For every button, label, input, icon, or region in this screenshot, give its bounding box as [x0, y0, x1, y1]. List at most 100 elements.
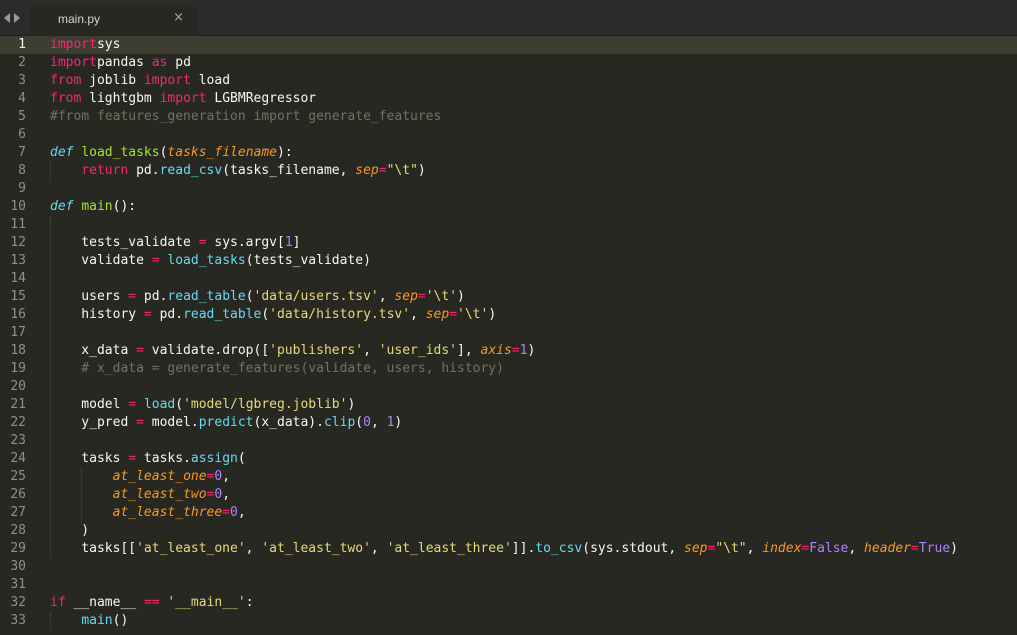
- code-token: model.: [143, 415, 199, 430]
- code-line[interactable]: 31: [0, 576, 1017, 594]
- chevron-right-icon[interactable]: [14, 13, 20, 23]
- code-token: pd.: [151, 307, 184, 322]
- code-token: ): [50, 523, 90, 538]
- code-token: users: [50, 289, 129, 304]
- code-lines: 1 importsys 2 importpandas as pd 3 from jobli…: [0, 36, 1017, 630]
- tab-navigation: [4, 10, 20, 26]
- code-token: True: [918, 541, 951, 556]
- code-token: 'user_ids': [378, 343, 458, 358]
- code-line[interactable]: 12 tests_validate = sys.argv[1]: [0, 234, 1017, 252]
- code-token: joblib: [81, 73, 144, 88]
- code-token: ): [527, 343, 536, 358]
- code-line[interactable]: 16 history = pd.read_table('data/history…: [0, 306, 1017, 324]
- close-icon[interactable]: ×: [173, 10, 184, 25]
- code-line[interactable]: 6: [0, 126, 1017, 144]
- code-line[interactable]: 10 def main():: [0, 198, 1017, 216]
- line-code: at_least_two=0,: [50, 486, 230, 504]
- code-line[interactable]: 18 x_data = validate.drop(['publishers',…: [0, 342, 1017, 360]
- code-line[interactable]: 28 ): [0, 522, 1017, 540]
- code-line[interactable]: 29 tasks[['at_least_one', 'at_least_two'…: [0, 540, 1017, 558]
- line-number: 30: [10, 559, 26, 574]
- code-token: #from features_generation import generat…: [50, 109, 442, 124]
- code-token: =: [222, 505, 231, 520]
- code-token: sep: [355, 163, 379, 178]
- code-line[interactable]: 7 def load_tasks(tasks_filename):: [0, 144, 1017, 162]
- code-line[interactable]: 21 model = load('model/lgbreg.joblib'): [0, 396, 1017, 414]
- code-line[interactable]: 32 if __name__ == '__main__':: [0, 594, 1017, 612]
- code-token: 0: [230, 505, 238, 520]
- code-token: sep: [684, 541, 708, 556]
- code-token: ,: [848, 541, 865, 556]
- code-token: =: [449, 307, 458, 322]
- line-number: 32: [10, 595, 26, 610]
- code-line[interactable]: 1 importsys: [0, 36, 1017, 54]
- line-code: y_pred = model.predict(x_data).clip(0, 1…: [50, 414, 402, 432]
- code-token: =: [136, 415, 144, 430]
- code-line[interactable]: 23: [0, 432, 1017, 450]
- code-line[interactable]: 13 validate = load_tasks(tests_validate): [0, 252, 1017, 270]
- indent-guide: [50, 162, 51, 180]
- code-token: pd.: [128, 163, 160, 178]
- line-number: 6: [18, 127, 26, 142]
- code-line[interactable]: 19 # x_data = generate_features(validate…: [0, 360, 1017, 378]
- code-token: sep: [425, 307, 450, 322]
- code-line[interactable]: 22 y_pred = model.predict(x_data).clip(0…: [0, 414, 1017, 432]
- code-token: (: [175, 397, 184, 412]
- code-line[interactable]: 26 at_least_two=0,: [0, 486, 1017, 504]
- chevron-left-icon[interactable]: [4, 13, 10, 23]
- code-line[interactable]: 30: [0, 558, 1017, 576]
- code-token: tests_validate: [50, 235, 199, 250]
- code-token: read_table: [183, 307, 262, 322]
- line-number: 17: [10, 325, 26, 340]
- code-token: tasks_filename: [167, 145, 277, 160]
- code-token: from: [50, 91, 82, 106]
- code-token: ],: [457, 343, 481, 358]
- line-number: 7: [18, 145, 26, 160]
- code-line[interactable]: 15 users = pd.read_table('data/users.tsv…: [0, 288, 1017, 306]
- code-line[interactable]: 2 importpandas as pd: [0, 54, 1017, 72]
- code-token: ,: [370, 541, 387, 556]
- line-number: 28: [10, 523, 26, 538]
- code-token: ,: [410, 307, 426, 322]
- code-token: as: [151, 55, 168, 70]
- code-token: load: [143, 397, 176, 412]
- indent-guide: [50, 216, 51, 558]
- code-token: (: [261, 307, 270, 322]
- code-token: ,: [363, 343, 379, 358]
- tab-main-py[interactable]: main.py ×: [30, 5, 198, 36]
- code-token: =: [378, 163, 387, 178]
- code-token: sep: [394, 289, 418, 304]
- code-line[interactable]: 5 #from features_generation import genera…: [0, 108, 1017, 126]
- code-line[interactable]: 8 return pd.read_csv(tasks_filename, sep…: [0, 162, 1017, 180]
- code-token: =: [151, 253, 160, 268]
- code-line[interactable]: 27 at_least_three=0,: [0, 504, 1017, 522]
- code-line[interactable]: 25 at_least_one=0,: [0, 468, 1017, 486]
- line-code: from joblib import load: [50, 72, 230, 90]
- code-line[interactable]: 17: [0, 324, 1017, 342]
- code-token: tasks[[: [50, 541, 137, 556]
- code-token: ,: [222, 469, 231, 484]
- code-token: 'at_least_two': [261, 541, 371, 556]
- code-line[interactable]: 9: [0, 180, 1017, 198]
- code-line[interactable]: 24 tasks = tasks.assign(: [0, 450, 1017, 468]
- code-token: import: [50, 55, 97, 70]
- code-line[interactable]: 11: [0, 216, 1017, 234]
- line-number: 2: [18, 55, 26, 70]
- code-editor[interactable]: 1 importsys 2 importpandas as pd 3 from jobli…: [0, 36, 1017, 635]
- line-number: 31: [10, 577, 26, 592]
- code-line[interactable]: 3 from joblib import load: [0, 72, 1017, 90]
- indent-guide: [81, 468, 83, 522]
- code-line[interactable]: 33 main(): [0, 612, 1017, 630]
- code-line[interactable]: 20: [0, 378, 1017, 396]
- line-code: validate = load_tasks(tests_validate): [50, 252, 371, 270]
- code-token: at_least_two: [112, 487, 207, 502]
- code-line[interactable]: 4 from lightgbm import LGBMRegressor: [0, 90, 1017, 108]
- code-token: ): [488, 307, 497, 322]
- code-line[interactable]: 14: [0, 270, 1017, 288]
- line-number: 29: [10, 541, 26, 556]
- line-code: tasks[['at_least_one', 'at_least_two', '…: [50, 540, 958, 558]
- code-token: load: [190, 73, 231, 88]
- code-token: import: [143, 73, 191, 88]
